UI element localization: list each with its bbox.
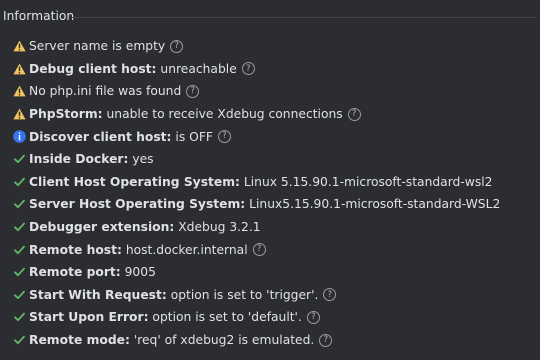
row-value: Linux5.15.90.1-microsoft-standard-WSL2 — [249, 197, 501, 212]
info-icon — [13, 130, 26, 143]
help-icon[interactable]: ? — [252, 243, 266, 257]
check-icon — [13, 175, 26, 188]
row-label: Remote port: — [29, 265, 121, 280]
row-label: Remote host: — [29, 242, 122, 257]
row-label: PhpStorm: — [29, 107, 103, 122]
info-row: Server name is empty? — [13, 35, 540, 58]
row-value: 'req' of xdebug2 is emulated. — [133, 333, 315, 348]
info-row: Client Host Operating System: Linux 5.15… — [13, 171, 540, 194]
check-icon — [13, 221, 26, 234]
check-icon — [13, 153, 26, 166]
help-icon[interactable]: ? — [170, 39, 184, 53]
help-icon[interactable]: ? — [217, 130, 231, 144]
row-value: Xdebug 3.2.1 — [178, 220, 261, 235]
help-icon[interactable]: ? — [306, 310, 320, 324]
info-row: Remote host: host.docker.internal? — [13, 238, 540, 261]
warning-icon — [13, 40, 26, 53]
row-label: Start Upon Error: — [29, 310, 149, 325]
row-value: unable to receive Xdebug connections — [106, 107, 343, 122]
row-value: Server name is empty — [29, 39, 166, 54]
info-row: Remote mode: 'req' of xdebug2 is emulate… — [13, 329, 540, 352]
row-value: unreachable — [160, 61, 237, 76]
row-label: Discover client host: — [29, 129, 172, 144]
info-row: Remote port: 9005 — [13, 261, 540, 284]
row-value: is OFF — [175, 129, 213, 144]
section-title: Information — [3, 9, 75, 23]
check-icon — [13, 311, 26, 324]
info-row: Start With Request: option is set to 'tr… — [13, 284, 540, 307]
row-label: Remote mode: — [29, 333, 130, 348]
row-value: option is set to 'trigger'. — [170, 287, 319, 302]
check-icon — [13, 243, 26, 256]
row-label: Inside Docker: — [29, 152, 129, 167]
row-value: 9005 — [124, 265, 156, 280]
row-label: Server Host Operating System: — [29, 197, 246, 212]
check-icon — [13, 288, 26, 301]
help-icon[interactable]: ? — [347, 107, 361, 121]
validation-list: Server name is empty? Debug client host: … — [13, 35, 540, 351]
help-icon[interactable]: ? — [319, 333, 333, 347]
row-value: yes — [132, 152, 154, 167]
section-divider — [72, 17, 537, 18]
row-label: Debugger extension: — [29, 220, 175, 235]
warning-icon — [13, 108, 26, 121]
row-value: Linux 5.15.90.1-microsoft-standard-wsl2 — [243, 174, 493, 189]
info-row: No php.ini file was found? — [13, 80, 540, 103]
info-row: Debugger extension: Xdebug 3.2.1 — [13, 216, 540, 239]
info-row: Inside Docker: yes — [13, 148, 540, 171]
row-value: host.docker.internal — [125, 242, 248, 257]
check-icon — [13, 198, 26, 211]
warning-icon — [13, 85, 26, 98]
row-label: Client Host Operating System: — [29, 174, 240, 189]
help-icon[interactable]: ? — [241, 62, 255, 76]
info-row: Debug client host: unreachable? — [13, 58, 540, 81]
info-row: Server Host Operating System: Linux5.15.… — [13, 193, 540, 216]
row-value: No php.ini file was found — [29, 84, 182, 99]
row-value: option is set to 'default'. — [152, 310, 302, 325]
info-row: Discover client host: is OFF? — [13, 125, 540, 148]
row-label: Start With Request: — [29, 287, 167, 302]
info-row: PhpStorm: unable to receive Xdebug conne… — [13, 103, 540, 126]
warning-icon — [13, 62, 26, 75]
help-icon[interactable]: ? — [186, 84, 200, 98]
check-icon — [13, 266, 26, 279]
help-icon[interactable]: ? — [323, 288, 337, 302]
row-label: Debug client host: — [29, 61, 157, 76]
info-row: Start Upon Error: option is set to 'defa… — [13, 306, 540, 329]
check-icon — [13, 334, 26, 347]
